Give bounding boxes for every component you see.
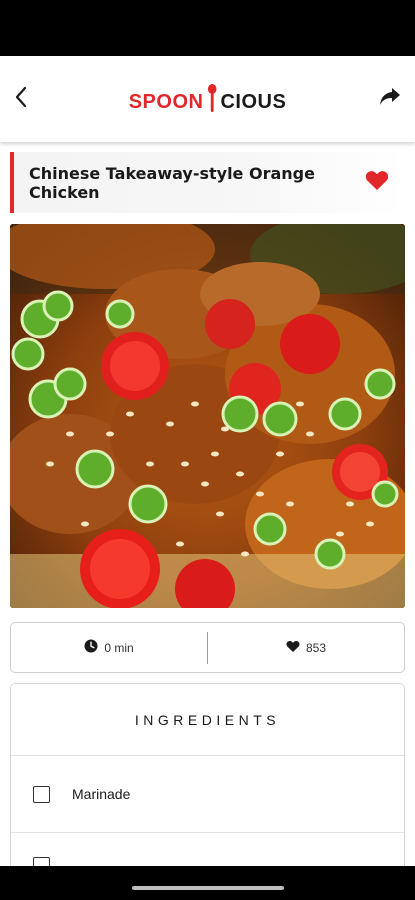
spoon-icon <box>207 84 217 112</box>
chevron-left-icon <box>14 86 28 113</box>
app-logo: SPOON CIOUS <box>128 84 287 113</box>
recipe-title: Chinese Takeaway-style Orange Chicken <box>29 163 315 202</box>
logo-text-cious: CIOUS <box>220 91 287 113</box>
recipe-photo <box>10 224 405 608</box>
favorite-button[interactable] <box>363 169 391 197</box>
back-button[interactable] <box>14 81 50 117</box>
system-nav-bar <box>0 866 415 900</box>
like-count-value: 853 <box>305 640 327 655</box>
ingredients-card: INGREDIENTS Marinade <box>10 683 405 883</box>
heart-icon <box>365 170 389 196</box>
home-indicator[interactable] <box>131 886 284 890</box>
recipe-stats: 0 min 853 <box>10 622 405 673</box>
recipe-title-bar: Chinese Takeaway-style Orange Chicken <box>10 152 405 213</box>
app-header: SPOON CIOUS <box>0 56 415 142</box>
ingredient-checkbox[interactable] <box>33 785 50 803</box>
heart-icon <box>286 640 300 656</box>
ingredient-row[interactable]: Marinade <box>11 756 404 833</box>
share-arrow-icon <box>379 87 401 112</box>
ingredient-label: Marinade <box>72 786 131 802</box>
like-count: 853 <box>208 640 404 656</box>
cook-time-value: 0 min <box>104 640 134 655</box>
ingredients-heading: INGREDIENTS <box>11 684 404 756</box>
clock-icon <box>84 639 98 656</box>
cook-time: 0 min <box>11 639 207 656</box>
share-button[interactable] <box>365 81 401 117</box>
logo-text-spoon: SPOON <box>128 91 204 113</box>
status-bar <box>0 0 415 56</box>
